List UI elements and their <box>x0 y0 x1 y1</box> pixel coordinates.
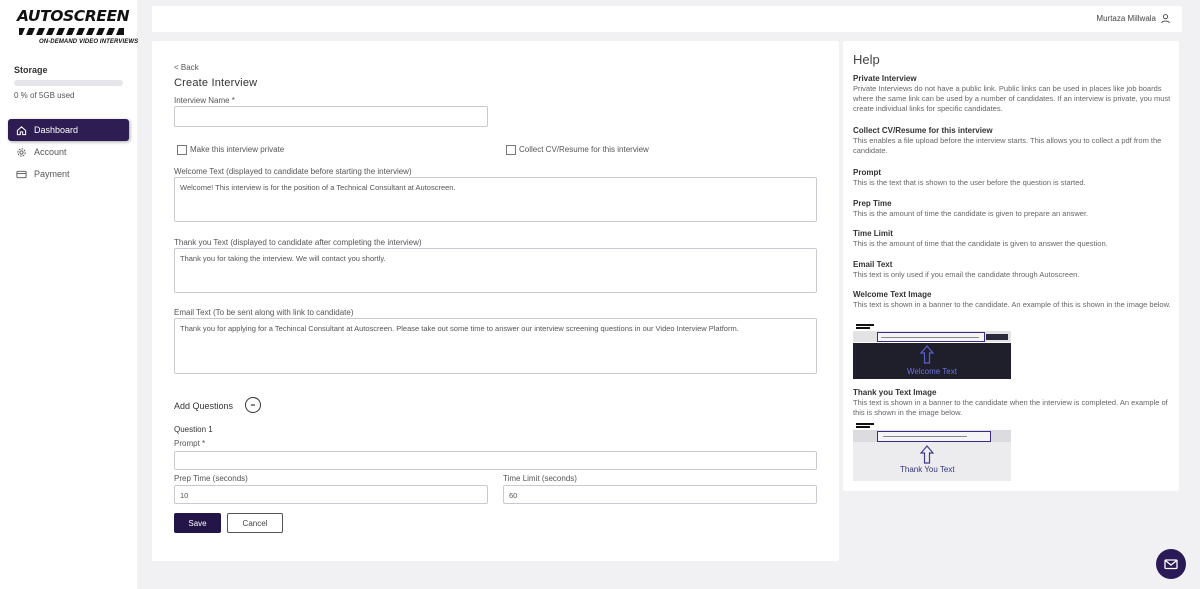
mail-icon <box>1164 559 1178 570</box>
contact-mail-button[interactable] <box>1156 549 1186 579</box>
cancel-button[interactable]: Cancel <box>227 513 283 533</box>
welcome-text-textarea[interactable]: Welcome! This interview is for the posit… <box>174 177 817 222</box>
time-limit-input[interactable]: 60 <box>503 485 817 504</box>
prep-time-input[interactable]: 10 <box>174 485 488 504</box>
help-body: This is the amount of time that the cand… <box>853 239 1108 248</box>
help-heading: Private Interview <box>853 74 917 83</box>
credit-card-icon <box>16 169 27 180</box>
help-title: Help <box>853 52 880 67</box>
create-interview-card: < Back Create Interview Interview Name *… <box>152 41 839 561</box>
sidebar: AUTOSCREEN ON-DEMAND VIDEO INTERVIEWS St… <box>0 0 138 589</box>
help-body: This text is shown in a banner to the ca… <box>853 300 1171 309</box>
help-heading: Thank you Text Image <box>853 388 937 397</box>
sidebar-item-label: Account <box>34 147 67 157</box>
prompt-input[interactable] <box>174 451 817 470</box>
welcome-text-example-image: Welcome Text <box>853 322 1011 379</box>
help-heading: Collect CV/Resume for this interview <box>853 126 993 135</box>
brand-logo[interactable]: AUTOSCREEN ON-DEMAND VIDEO INTERVIEWS <box>17 7 138 48</box>
gear-icon <box>16 147 27 158</box>
thankyou-text-textarea[interactable]: Thank you for taking the interview. We w… <box>174 248 817 293</box>
storage-progress-bar <box>14 80 123 86</box>
back-link[interactable]: < Back <box>174 63 199 72</box>
prompt-label: Prompt * <box>174 439 206 448</box>
email-text-textarea[interactable]: Thank you for applying for a Techincal C… <box>174 318 817 374</box>
help-heading: Time Limit <box>853 229 893 238</box>
interview-name-label: Interview Name * <box>174 96 235 105</box>
brand-tagline: ON-DEMAND VIDEO INTERVIEWS <box>39 39 139 45</box>
mini-logo-icon <box>856 324 874 329</box>
private-checkbox[interactable] <box>177 145 187 155</box>
interview-name-input[interactable] <box>174 106 488 127</box>
home-icon <box>16 125 27 136</box>
help-heading: Prep Time <box>853 199 892 208</box>
sidebar-item-label: Payment <box>34 169 70 179</box>
thankyou-text-label: Thank you Text (displayed to candidate a… <box>174 238 422 247</box>
top-bar: Murtaza Millwala <box>152 6 1182 32</box>
storage-used-text: 0 % of 5GB used <box>14 91 75 100</box>
welcome-text-label: Welcome Text (displayed to candidate bef… <box>174 167 412 176</box>
sidebar-item-dashboard[interactable]: Dashboard <box>8 119 129 141</box>
page-title: Create Interview <box>174 77 258 89</box>
sidebar-item-account[interactable]: Account <box>8 141 129 163</box>
up-arrow-icon <box>919 345 935 364</box>
help-heading: Welcome Text Image <box>853 290 932 299</box>
thankyou-image-caption: Thank You Text <box>900 465 955 474</box>
save-button[interactable]: Save <box>174 513 221 533</box>
private-checkbox-label: Make this interview private <box>190 145 285 154</box>
help-body: This text is shown in a banner to the ca… <box>853 398 1168 417</box>
sidebar-item-label: Dashboard <box>34 125 79 135</box>
add-questions-label: Add Questions <box>174 401 234 411</box>
add-questions-button[interactable] <box>245 397 261 413</box>
help-body: This is the text that is shown to the us… <box>853 178 1086 187</box>
prep-time-label: Prep Time (seconds) <box>174 474 248 483</box>
mini-logo-icon <box>856 423 874 428</box>
user-name[interactable]: Murtaza Millwala <box>1096 14 1156 23</box>
help-panel: Help Private Interview Private Interview… <box>843 41 1179 491</box>
thankyou-text-example-image: Thank You Text <box>853 421 1011 481</box>
storage-title: Storage <box>14 65 48 75</box>
sidebar-item-payment[interactable]: Payment <box>8 163 129 185</box>
help-heading: Email Text <box>853 260 893 269</box>
logo-stripes-icon <box>19 28 124 35</box>
collect-cv-checkbox[interactable] <box>506 145 516 155</box>
up-arrow-icon <box>919 445 935 464</box>
email-text-label: Email Text (To be sent along with link t… <box>174 308 354 317</box>
brand-name: AUTOSCREEN <box>17 7 130 25</box>
welcome-image-caption: Welcome Text <box>907 367 957 376</box>
help-body: This is the amount of time the candidate… <box>853 209 1089 218</box>
collect-cv-checkbox-label: Collect CV/Resume for this interview <box>519 145 649 154</box>
help-body: Private Interviews do not have a public … <box>853 84 1171 113</box>
help-heading: Prompt <box>853 168 881 177</box>
help-body: This enables a file upload before the in… <box>853 136 1162 155</box>
question-title: Question 1 <box>174 425 213 434</box>
help-body: This text is only used if you email the … <box>853 270 1080 279</box>
minus-circle-icon <box>251 404 255 406</box>
time-limit-label: Time Limit (seconds) <box>503 474 577 483</box>
user-icon[interactable] <box>1160 13 1171 24</box>
